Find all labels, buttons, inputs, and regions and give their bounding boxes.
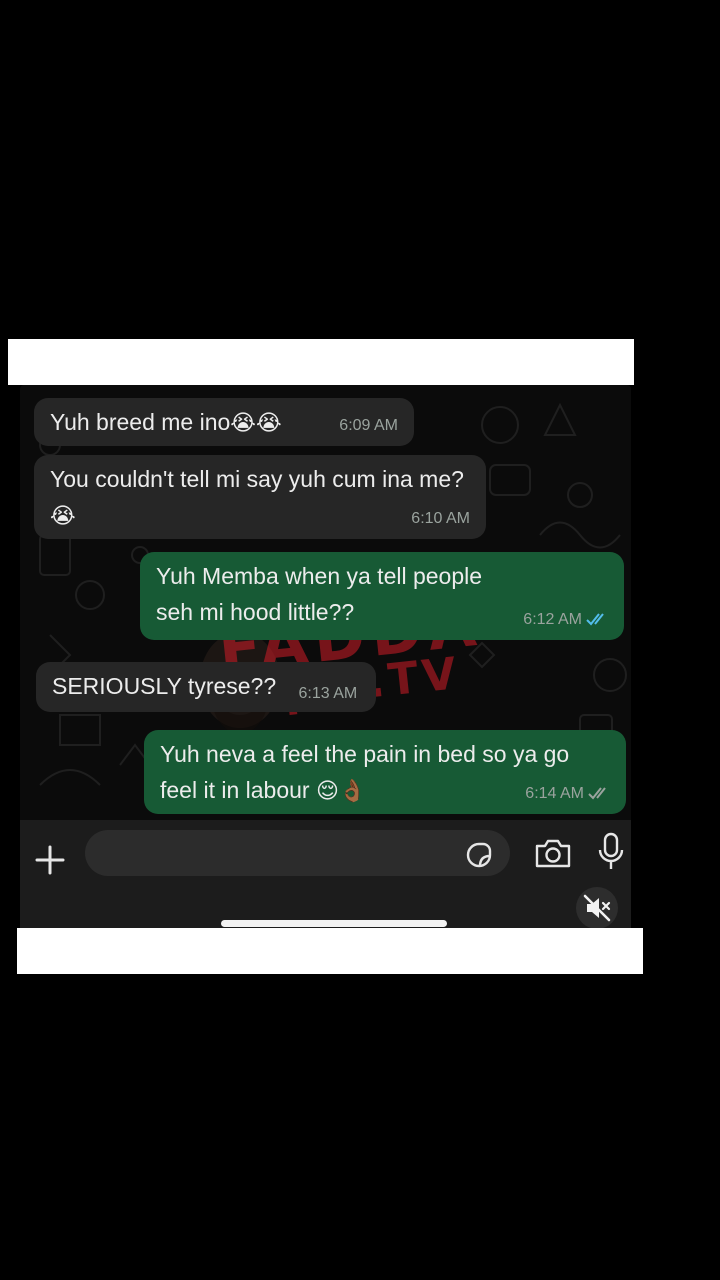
chat-screenshot: FADDA Epic.TV Yuh breed me ino😭😭 6:09 AM… (20, 385, 631, 935)
message-time: 6:10 AM (411, 510, 470, 527)
message-composer (20, 820, 631, 935)
message-outgoing[interactable]: Yuh Memba when ya tell people seh mi hoo… (140, 552, 624, 640)
message-emoji: 😭 (50, 504, 76, 529)
white-bar-top (8, 339, 634, 385)
caption-emojis: 😂😂😂😂 (229, 239, 491, 302)
message-meta: 6:12 AM (523, 610, 608, 630)
message-text: Yuh Memba when ya tell people seh mi hoo… (156, 563, 483, 625)
microphone-icon[interactable] (597, 832, 625, 872)
plus-icon[interactable] (32, 842, 68, 878)
white-bar-bottom (17, 928, 643, 974)
mute-toggle[interactable] (576, 887, 618, 929)
sticker-icon[interactable] (464, 840, 494, 870)
message-meta: 6:14 AM (525, 784, 610, 804)
message-time: 6:09 AM (339, 417, 398, 434)
speaker-muted-icon (583, 894, 611, 922)
message-emoji: 😌👌🏾 (315, 779, 367, 804)
message-time: 6:12 AM (523, 611, 582, 628)
message-input[interactable] (85, 830, 510, 876)
message-incoming[interactable]: You couldn't tell mi say yuh cum ina me?… (34, 455, 486, 539)
read-ticks-icon (586, 613, 604, 626)
delivered-ticks-icon (588, 787, 606, 800)
camera-icon[interactable] (534, 836, 572, 870)
message-text: Yuh breed me ino (50, 409, 231, 435)
home-indicator[interactable] (221, 920, 447, 927)
message-text: SERIOUSLY tyrese?? (52, 673, 277, 699)
message-outgoing[interactable]: Yuh neva a feel the pain in bed so ya go… (144, 730, 626, 814)
message-emoji: 😭😭 (230, 411, 282, 436)
message-incoming[interactable]: SERIOUSLY tyrese?? 6:13 AM (36, 662, 376, 712)
message-time: 6:14 AM (525, 785, 584, 802)
message-incoming[interactable]: Yuh breed me ino😭😭 6:09 AM (34, 398, 414, 446)
message-time: 6:13 AM (298, 685, 358, 702)
message-text: You couldn't tell mi say yuh cum ina me? (50, 466, 464, 492)
